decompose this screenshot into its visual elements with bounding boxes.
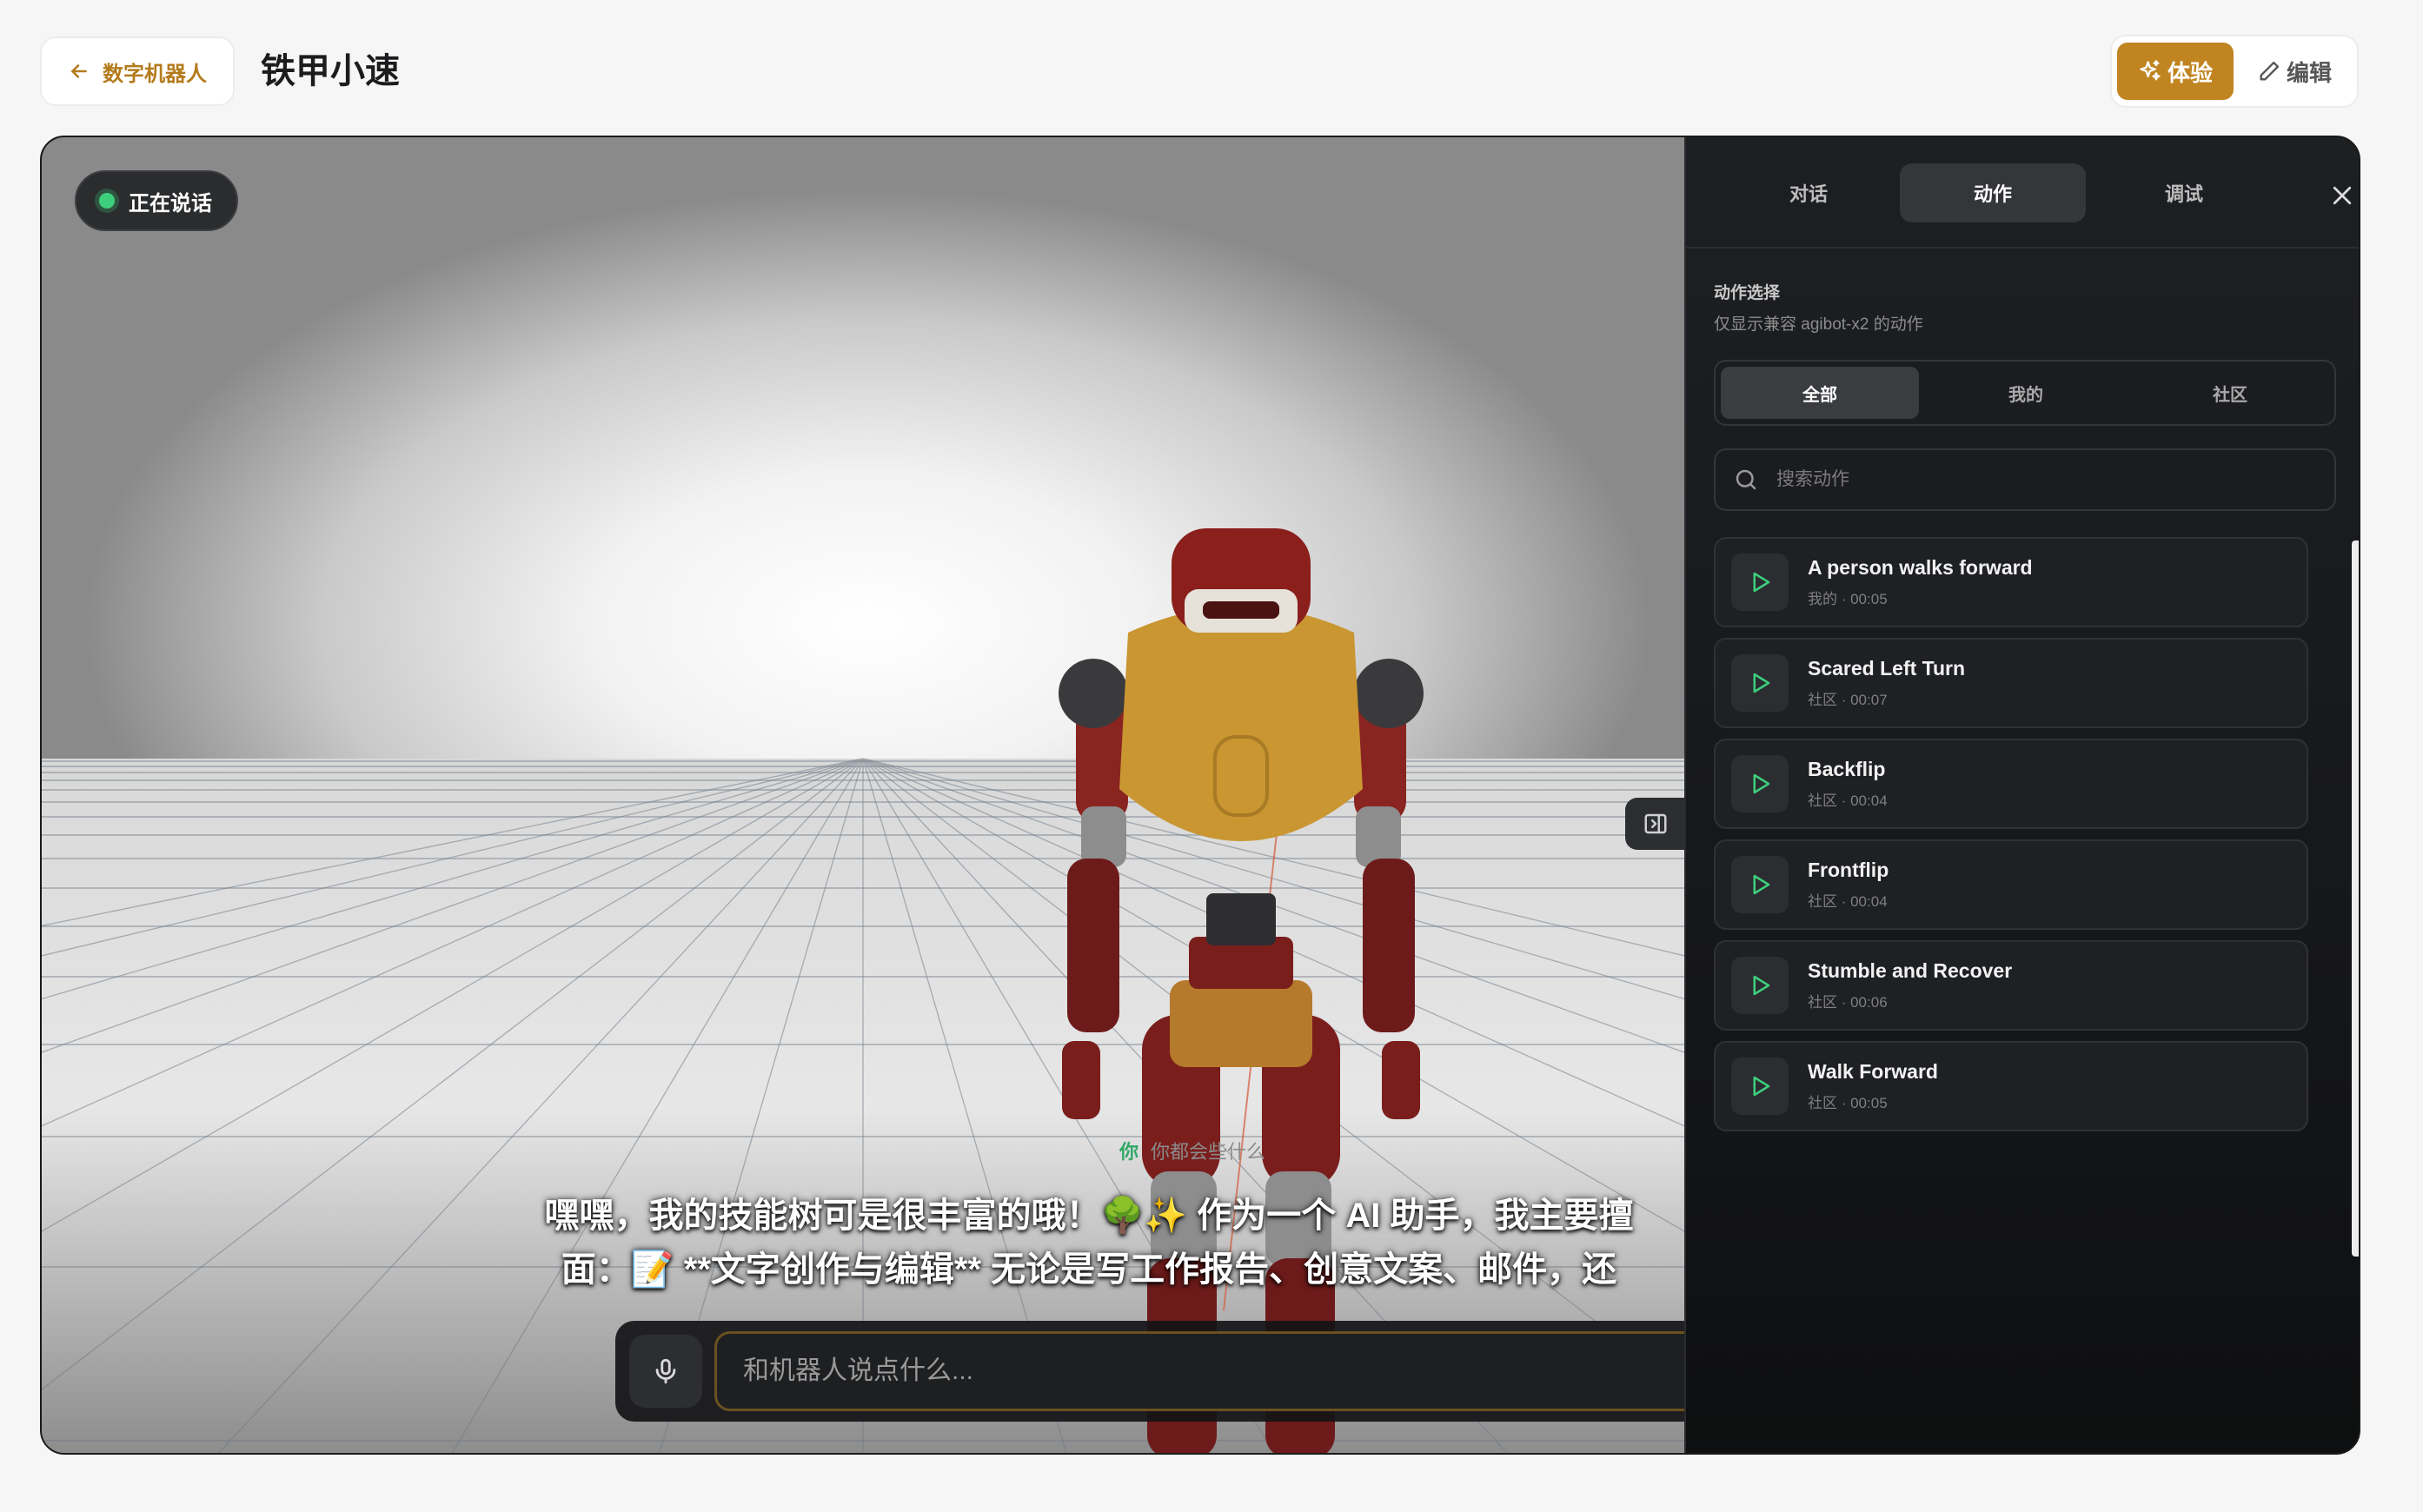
motion-meta: 社区 · 00:05 (1808, 1095, 1888, 1111)
motion-meta: 我的 · 00:05 (1808, 591, 1888, 607)
filter-mine[interactable]: 我的 (1927, 367, 2125, 419)
page-title: 铁甲小速 (261, 52, 400, 90)
subtitle-line-2: 面：📝 **文字创作与编辑** 无论是写工作报告、创意文案、邮件，还 (561, 1250, 1617, 1289)
robot-subtitle: 嘿嘿，我的技能树可是很丰富的哦！🌳✨ 作为一个 AI 助手，我主要擅 面：📝 *… (494, 1189, 1684, 1296)
section-subtitle: 仅显示兼容 agibot-x2 的动作 (1714, 315, 1923, 334)
play-button[interactable] (1731, 554, 1789, 611)
panel-toggle-button[interactable] (1625, 798, 1684, 850)
back-label: 数字机器人 (103, 62, 207, 86)
robot-3d-viewport[interactable]: 正在说话 你 你都会些什么 嘿嘿，我的技能树可是很丰富的哦！🌳✨ 作为一个 AI… (42, 137, 1684, 1453)
play-icon (1753, 1076, 1770, 1097)
filter-community[interactable]: 社区 (2131, 367, 2329, 419)
sparkles-icon (2140, 60, 2161, 81)
close-icon[interactable] (2329, 182, 2355, 209)
motion-item[interactable]: Scared Left Turn 社区 · 00:07 (1714, 638, 2308, 728)
play-button[interactable] (1731, 755, 1789, 812)
edit-label: 编辑 (2286, 59, 2332, 86)
play-button[interactable] (1731, 1058, 1789, 1115)
arrow-left-icon (71, 64, 87, 78)
motion-meta: 社区 · 00:07 (1808, 692, 1888, 708)
search-input[interactable] (1776, 469, 2317, 490)
search-icon (1736, 469, 1756, 490)
status-label: 正在说话 (129, 191, 212, 216)
play-icon (1753, 572, 1770, 593)
motion-list-scrollbar[interactable] (2348, 537, 2359, 1263)
motion-name: Scared Left Turn (1808, 657, 1966, 680)
filter-all[interactable]: 全部 (1721, 367, 1919, 419)
user-tag: 你 (1119, 1141, 1139, 1163)
play-button[interactable] (1731, 957, 1789, 1014)
chat-input-bar (615, 1321, 1684, 1422)
motion-name: Backflip (1808, 758, 1886, 780)
speaking-status: 正在说话 (75, 170, 238, 231)
pencil-icon (2260, 61, 2280, 81)
motion-name: Walk Forward (1808, 1060, 1938, 1083)
motion-list: A person walks forward 我的 · 00:05 Scared… (1714, 537, 2310, 1263)
motion-name: Frontflip (1808, 859, 1889, 881)
play-button[interactable] (1731, 856, 1789, 913)
motion-search (1714, 448, 2336, 511)
experience-label: 体验 (2167, 59, 2213, 86)
motion-filter: 全部 我的 社区 (1714, 360, 2336, 426)
motion-name: A person walks forward (1808, 556, 2033, 579)
subtitle-line-1: 嘿嘿，我的技能树可是很丰富的哦！🌳✨ 作为一个 AI 助手，我主要擅 (544, 1197, 1634, 1235)
main-frame: 正在说话 你 你都会些什么 嘿嘿，我的技能树可是很丰富的哦！🌳✨ 作为一个 AI… (40, 136, 2360, 1455)
back-button[interactable]: 数字机器人 (40, 36, 235, 106)
section-title: 动作选择 (1714, 284, 1781, 302)
sidebar-collapse-icon (1644, 813, 1667, 834)
motion-item[interactable]: Backflip 社区 · 00:04 (1714, 739, 2308, 829)
experience-mode-button[interactable]: 体验 (2117, 43, 2234, 100)
tab-dialogue[interactable]: 对话 (1716, 163, 1902, 222)
motion-meta: 社区 · 00:04 (1808, 792, 1888, 809)
play-icon (1753, 874, 1770, 895)
user-message-text: 你都会些什么 (1151, 1141, 1266, 1163)
play-button[interactable] (1731, 654, 1789, 712)
user-message: 你 你都会些什么 (1119, 1137, 1265, 1164)
play-icon (1753, 975, 1770, 996)
tab-motion[interactable]: 动作 (1900, 163, 2086, 222)
robot-model (1059, 528, 1424, 1453)
motion-item[interactable]: A person walks forward 我的 · 00:05 (1714, 537, 2308, 627)
motion-item[interactable]: Frontflip 社区 · 00:04 (1714, 839, 2308, 930)
edit-mode-button[interactable]: 编辑 (2240, 43, 2348, 100)
play-icon (1753, 773, 1770, 794)
play-icon (1753, 673, 1770, 693)
motion-meta: 社区 · 00:06 (1808, 994, 1888, 1011)
microphone-icon (655, 1358, 676, 1384)
mode-switch: 体验 编辑 (2110, 35, 2359, 108)
motion-meta: 社区 · 00:04 (1808, 893, 1888, 910)
scrollbar-thumb[interactable] (2352, 540, 2359, 1257)
motion-item[interactable]: Stumble and Recover 社区 · 00:06 (1714, 940, 2308, 1031)
status-dot-icon (99, 193, 115, 209)
microphone-button[interactable] (629, 1335, 702, 1408)
panel-tabs: 对话 动作 调试 (1686, 137, 2359, 249)
motion-name: Stumble and Recover (1808, 959, 2013, 982)
tab-debug[interactable]: 调试 (2091, 163, 2277, 222)
side-panel: 对话 动作 调试 动作选择 仅显示兼容 agibot-x2 的动作 全部 我的 … (1684, 137, 2359, 1453)
chat-input[interactable] (714, 1331, 1684, 1411)
motion-item[interactable]: Walk Forward 社区 · 00:05 (1714, 1041, 2308, 1131)
